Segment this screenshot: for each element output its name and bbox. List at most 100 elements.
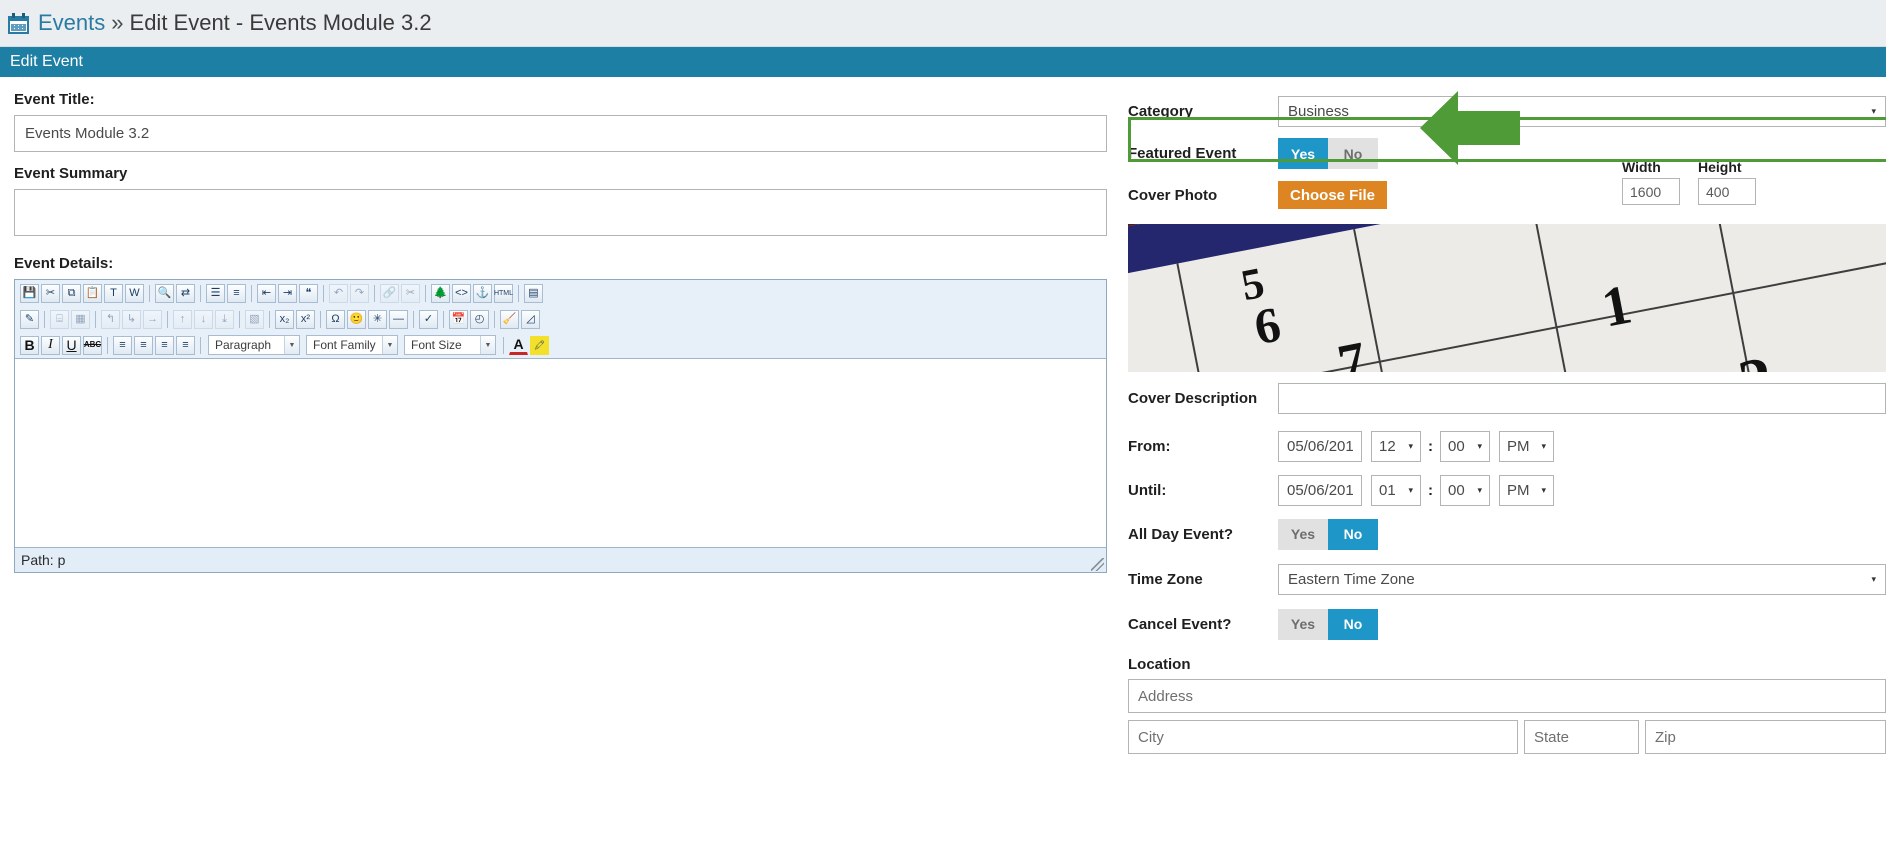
horizontal-rule-icon[interactable]: —	[389, 309, 408, 329]
emoticon-icon[interactable]: 🙂	[347, 309, 366, 329]
category-value: Business	[1288, 102, 1349, 120]
numbered-list-icon[interactable]: ≡	[227, 283, 246, 303]
find-replace-icon[interactable]: ⇄	[176, 283, 195, 303]
toolbar-separator	[149, 284, 150, 302]
charmap-icon[interactable]: Ω	[326, 309, 345, 329]
state-input[interactable]	[1524, 720, 1639, 754]
event-title-input[interactable]	[14, 115, 1107, 152]
find-icon[interactable]: 🔍	[155, 283, 174, 303]
chevron-down-icon: ▾	[1871, 573, 1876, 584]
bold-icon[interactable]: B	[20, 335, 39, 355]
spellcheck-icon[interactable]: ✓	[419, 309, 438, 329]
cleanup-icon[interactable]: 🧹	[500, 309, 519, 329]
zip-input[interactable]	[1645, 720, 1886, 754]
all-day-event-no[interactable]: No	[1328, 518, 1378, 550]
chevron-down-icon: ▾	[1541, 440, 1546, 451]
indent-icon[interactable]: ⇥	[278, 283, 297, 303]
cover-width-input[interactable]	[1622, 178, 1680, 205]
height-label: Height	[1698, 159, 1742, 175]
align-left-icon[interactable]: ≡	[113, 335, 132, 355]
insert-date-icon[interactable]: 📅	[449, 309, 468, 329]
address-input[interactable]	[1128, 679, 1886, 713]
all-day-event-yes[interactable]: Yes	[1278, 518, 1328, 550]
choose-file-button[interactable]: Choose File	[1278, 181, 1388, 209]
nonbreaking-icon[interactable]: ✳	[368, 309, 387, 329]
cover-photo-row: Cover Photo Choose File Width Height	[1128, 159, 1886, 214]
blockquote-icon[interactable]: ❝	[299, 283, 318, 303]
breadcrumb-current: Edit Event - Events Module 3.2	[129, 10, 432, 35]
city-input[interactable]	[1128, 720, 1518, 754]
from-minute-select[interactable]: 00 ▾	[1440, 430, 1490, 462]
fullscreen-icon[interactable]: ▤	[524, 283, 543, 303]
event-summary-input[interactable]	[14, 189, 1107, 236]
align-right-icon[interactable]: ≡	[155, 335, 174, 355]
link-icon: 🔗	[380, 283, 399, 303]
remove-format-icon[interactable]: ◿	[521, 309, 540, 329]
category-row: Category Business ▾	[1128, 91, 1886, 131]
anchor-icon[interactable]: ⚓	[473, 283, 492, 303]
bullet-list-icon[interactable]: ☰	[206, 283, 225, 303]
cancel-event-no[interactable]: No	[1328, 608, 1378, 640]
text-color-icon[interactable]: A	[509, 336, 528, 355]
featured-event-toggle[interactable]: Yes No	[1278, 138, 1378, 169]
save-icon[interactable]: 💾	[20, 283, 39, 303]
breadcrumb-link-events[interactable]: Events	[38, 10, 105, 36]
until-date-input[interactable]	[1278, 474, 1362, 506]
cancel-event-toggle[interactable]: Yes No	[1278, 608, 1378, 640]
font-family-select[interactable]: Font Family ▼	[306, 335, 398, 355]
all-day-event-toggle[interactable]: Yes No	[1278, 518, 1378, 550]
calendar-num-6: 6	[1249, 295, 1285, 356]
from-row: From: 12 ▾ : 00 ▾ PM ▾	[1128, 424, 1886, 468]
cover-description-input[interactable]	[1278, 382, 1886, 414]
until-hour-value: 01	[1379, 481, 1396, 499]
font-size-select[interactable]: Font Size ▼	[404, 335, 496, 355]
background-color-icon[interactable]: 🖍	[530, 335, 549, 355]
cancel-event-row: Cancel Event? Yes No	[1128, 602, 1886, 646]
right-column: Category Business ▾ Featured Event Yes N…	[1128, 77, 1886, 754]
featured-event-yes[interactable]: Yes	[1278, 138, 1328, 169]
paragraph-format-select[interactable]: Paragraph ▼	[208, 335, 300, 355]
italic-icon[interactable]: I	[41, 335, 60, 355]
until-minute-select[interactable]: 00 ▾	[1440, 474, 1490, 506]
paste-word-icon[interactable]: W	[125, 283, 144, 303]
cover-height-input[interactable]	[1698, 178, 1756, 205]
copy-icon[interactable]: ⧉	[62, 283, 81, 303]
insert-time-icon[interactable]: ◴	[470, 309, 489, 329]
strikethrough-icon[interactable]: ABC	[83, 335, 102, 355]
editor-content-area[interactable]	[15, 358, 1106, 548]
width-label: Width	[1622, 159, 1661, 175]
undo-icon: ↶	[329, 283, 348, 303]
cover-photo-preview: Wednesday Thursday 12 13 14 5 6 7 8 1 2	[1128, 224, 1886, 372]
paste-text-icon[interactable]: T	[104, 283, 123, 303]
edit-style-icon[interactable]: ✎	[20, 309, 39, 329]
delete-row-icon: →	[143, 309, 162, 329]
until-meridiem-select[interactable]: PM ▾	[1499, 474, 1554, 506]
outdent-icon[interactable]: ⇤	[257, 283, 276, 303]
height-field-group: Height	[1698, 159, 1756, 205]
featured-event-no[interactable]: No	[1328, 138, 1378, 169]
cut-icon[interactable]: ✂	[41, 283, 60, 303]
col-after-icon: ↓	[194, 309, 213, 329]
superscript-icon[interactable]: x²	[296, 309, 315, 329]
until-hour-select[interactable]: 01 ▾	[1371, 474, 1421, 506]
from-date-input[interactable]	[1278, 430, 1362, 462]
underline-icon[interactable]: U	[62, 335, 81, 355]
image-icon[interactable]: 🌲	[431, 283, 450, 303]
source-code-icon[interactable]: <>	[452, 283, 471, 303]
until-row: Until: 01 ▾ : 00 ▾ PM ▾	[1128, 468, 1886, 512]
from-minute-value: 00	[1448, 437, 1465, 455]
category-select[interactable]: Business ▾	[1278, 95, 1886, 127]
from-hour-select[interactable]: 12 ▾	[1371, 430, 1421, 462]
subscript-icon[interactable]: x₂	[275, 309, 294, 329]
align-justify-icon[interactable]: ≡	[176, 335, 195, 355]
html-icon[interactable]: HTML	[494, 283, 513, 303]
from-meridiem-select[interactable]: PM ▾	[1499, 430, 1554, 462]
editor-resize-handle[interactable]	[1091, 558, 1104, 571]
cancel-event-yes[interactable]: Yes	[1278, 608, 1328, 640]
table-props-icon: ▦	[71, 309, 90, 329]
row-after-icon: ↳	[122, 309, 141, 329]
featured-event-label: Featured Event	[1128, 145, 1237, 162]
time-zone-select[interactable]: Eastern Time Zone ▾	[1278, 563, 1886, 595]
align-center-icon[interactable]: ≡	[134, 335, 153, 355]
paste-icon[interactable]: 📋	[83, 283, 102, 303]
